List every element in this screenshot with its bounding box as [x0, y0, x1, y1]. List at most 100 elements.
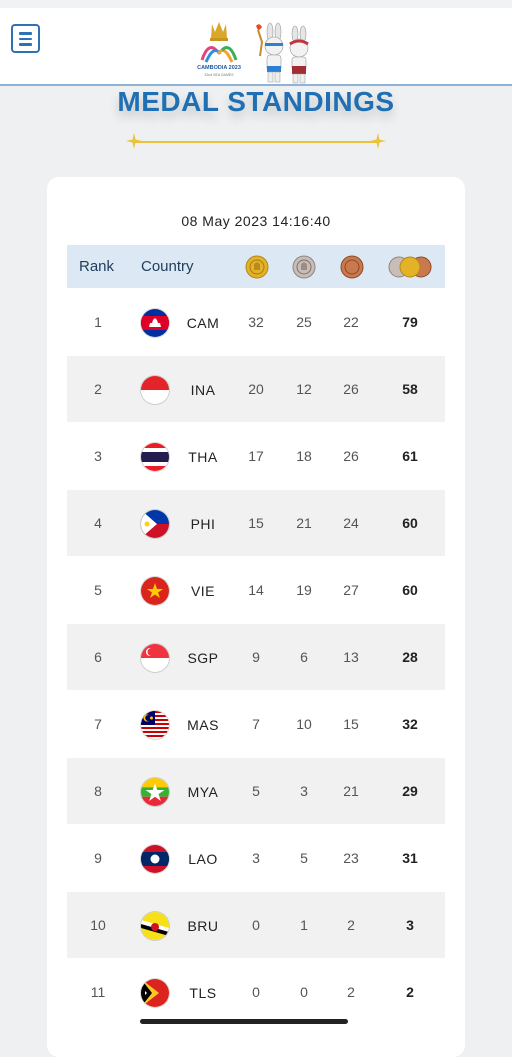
rank-cell: 5	[94, 582, 102, 598]
silver-count: 10	[296, 716, 312, 732]
hamburger-menu-icon[interactable]	[11, 24, 40, 53]
gold-count: 15	[248, 515, 264, 531]
silver-count: 18	[296, 448, 312, 464]
bronze-medal-icon	[340, 255, 364, 279]
gold-count: 7	[252, 716, 260, 732]
country-flag-icon	[141, 912, 169, 940]
bronze-count: 26	[343, 448, 359, 464]
bronze-count: 2	[347, 917, 355, 933]
sea-games-logo: CAMBODIA 2023 32nd SEA GAMES	[194, 20, 244, 86]
country-flag-icon	[141, 711, 169, 739]
gold-count: 14	[248, 582, 264, 598]
bronze-count: 22	[343, 314, 359, 330]
table-row[interactable]: 8 MYA 5 3 21 29	[67, 758, 445, 824]
rank-cell: 4	[94, 515, 102, 531]
rank-cell: 9	[94, 850, 102, 866]
rank-cell: 7	[94, 716, 102, 732]
bronze-count: 2	[347, 984, 355, 1000]
silver-count: 25	[296, 314, 312, 330]
table-row[interactable]: 6 SGP 9 6 13 28	[67, 624, 445, 690]
rank-cell: 6	[94, 649, 102, 665]
silver-count: 6	[300, 649, 308, 665]
table-row[interactable]: 7 MAS 7 10 15 32	[67, 691, 445, 757]
logo-subtext: 32nd SEA GAMES	[204, 73, 234, 77]
gold-count: 9	[252, 649, 260, 665]
country-code: PHI	[190, 516, 216, 532]
page-title: MEDAL STANDINGS	[117, 86, 395, 117]
silver-count: 21	[296, 515, 312, 531]
gold-count: 0	[252, 917, 260, 933]
gold-count: 5	[252, 783, 260, 799]
total-count: 28	[402, 649, 418, 665]
country-flag-icon	[141, 577, 169, 605]
table-row[interactable]: 3 THA 17 18 26 61	[67, 423, 445, 489]
silver-count: 3	[300, 783, 308, 799]
bronze-count: 13	[343, 649, 359, 665]
country-code: VIE	[190, 583, 216, 599]
country-flag-icon	[141, 309, 169, 337]
title-divider	[134, 141, 378, 143]
rank-cell: 8	[94, 783, 102, 799]
bronze-count: 15	[343, 716, 359, 732]
country-flag-icon	[141, 376, 169, 404]
silver-count: 5	[300, 850, 308, 866]
total-medals-icon	[388, 256, 432, 278]
country-flag-icon	[141, 510, 169, 538]
silver-medal-icon	[292, 255, 316, 279]
country-code: MAS	[187, 717, 219, 733]
rank-cell: 11	[90, 984, 106, 1000]
table-row[interactable]: 9 LAO 3 5 23 31	[67, 825, 445, 891]
bronze-count: 24	[343, 515, 359, 531]
country-flag-icon	[141, 644, 169, 672]
total-count: 60	[402, 515, 418, 531]
table-row[interactable]: 4 PHI 15 21 24 60	[67, 490, 445, 556]
last-updated-datetime: 08 May 2023 14:16:40	[181, 213, 331, 229]
country-code: TLS	[189, 985, 217, 1001]
gold-count: 17	[248, 448, 264, 464]
gold-medal-icon	[245, 255, 269, 279]
country-flag-icon	[141, 443, 169, 471]
country-flag-icon	[141, 979, 169, 1007]
silver-count: 0	[300, 984, 308, 1000]
sparkle-icon	[370, 133, 386, 149]
country-code: CAM	[186, 315, 220, 331]
total-count: 3	[406, 917, 414, 933]
silver-count: 19	[296, 582, 312, 598]
gold-count: 32	[248, 314, 264, 330]
country-code: LAO	[188, 851, 218, 867]
table-row[interactable]: 5 VIE 14 19 27 60	[67, 557, 445, 623]
country-code: BRU	[187, 918, 219, 934]
rank-header: Rank	[79, 258, 115, 275]
country-code: THA	[188, 449, 218, 465]
silver-count: 12	[296, 381, 312, 397]
gold-count: 3	[252, 850, 260, 866]
total-count: 29	[402, 783, 418, 799]
silver-count: 1	[300, 917, 308, 933]
mascots-image	[250, 22, 320, 88]
country-flag-icon	[141, 778, 169, 806]
country-code: MYA	[187, 784, 219, 800]
country-code: SGP	[187, 650, 219, 666]
total-count: 60	[402, 582, 418, 598]
rank-cell: 1	[94, 314, 102, 330]
home-indicator	[140, 1019, 348, 1024]
country-code: INA	[190, 382, 216, 398]
rank-cell: 10	[90, 917, 106, 933]
bronze-count: 21	[343, 783, 359, 799]
table-row[interactable]: 1 CAM 32 25 22 79	[67, 289, 445, 355]
country-header: Country	[141, 258, 194, 275]
table-row[interactable]: 10 BRU 0 1 2 3	[67, 892, 445, 958]
logo-text: CAMBODIA 2023	[197, 65, 241, 71]
sparkle-icon	[126, 133, 142, 149]
gold-count: 20	[248, 381, 264, 397]
table-row[interactable]: 11 TLS 0 0 2 2	[67, 959, 445, 1025]
total-count: 31	[402, 850, 418, 866]
rank-cell: 3	[94, 448, 102, 464]
total-count: 58	[402, 381, 418, 397]
table-row[interactable]: 2 INA 20 12 26 58	[67, 356, 445, 422]
rank-cell: 2	[94, 381, 102, 397]
bronze-count: 23	[343, 850, 359, 866]
top-bar: CAMBODIA 2023 32nd SEA GAMES	[0, 0, 512, 86]
total-count: 61	[402, 448, 418, 464]
total-count: 79	[402, 314, 418, 330]
